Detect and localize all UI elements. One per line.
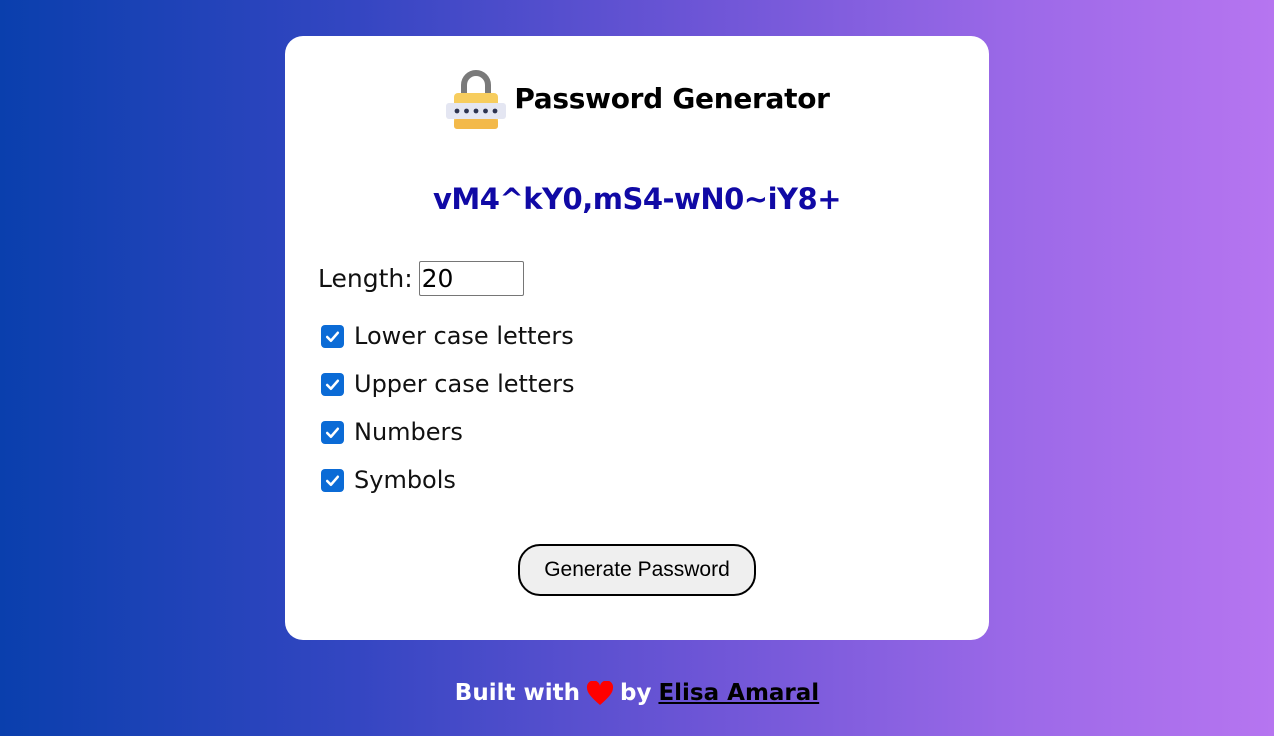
option-symbols[interactable]: Symbols (321, 466, 456, 494)
symbols-checkbox[interactable] (321, 468, 344, 492)
length-row: Length: (318, 261, 524, 296)
symbols-label: Symbols (354, 466, 456, 494)
numbers-label: Numbers (354, 418, 463, 446)
length-input[interactable] (418, 261, 524, 296)
header: Password Generator (285, 62, 989, 134)
padlock-icon (446, 70, 507, 129)
length-label: Length: (318, 264, 413, 293)
footer: Built with by Elisa Amaral (0, 680, 1274, 706)
option-numbers[interactable]: Numbers (321, 418, 463, 446)
lowercase-label: Lower case letters (354, 322, 574, 350)
password-generator-card: Password Generator vM4^kY0,mS4-wN0~iY8+ … (285, 36, 989, 640)
generated-password: vM4^kY0,mS4-wN0~iY8+ (433, 182, 842, 216)
checkmark-icon (325, 427, 340, 438)
checkmark-icon (325, 331, 340, 342)
lowercase-checkbox[interactable] (321, 324, 344, 348)
numbers-checkbox[interactable] (321, 420, 344, 444)
option-uppercase[interactable]: Upper case letters (321, 370, 575, 398)
option-lowercase[interactable]: Lower case letters (321, 322, 574, 350)
uppercase-checkbox[interactable] (321, 372, 344, 396)
uppercase-label: Upper case letters (354, 370, 575, 398)
footer-prefix: Built with (454, 680, 580, 706)
generate-password-button[interactable]: Generate Password (518, 544, 756, 596)
heart-icon (586, 680, 613, 705)
checkmark-icon (325, 475, 340, 486)
author-link[interactable]: Elisa Amaral (658, 680, 819, 706)
footer-by: by (619, 680, 652, 706)
app-title: Password Generator (514, 81, 830, 115)
checkmark-icon (325, 379, 340, 390)
